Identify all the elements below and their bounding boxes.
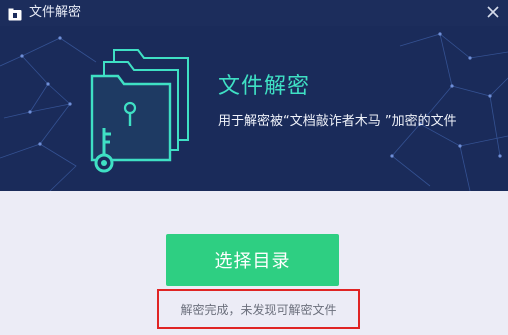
select-directory-button[interactable]: 选择目录 <box>166 234 339 286</box>
header-banner: 文件解密 用于解密被“文档敲诈者木马 ”加密的文件 <box>0 26 508 191</box>
banner-title: 文件解密 <box>218 74 311 99</box>
status-highlight-box: 解密完成，未发现可解密文件 <box>157 289 360 329</box>
title-bar[interactable]: 文件解密 <box>0 0 508 26</box>
network-decoration <box>0 32 508 191</box>
status-message: 解密完成，未发现可解密文件 <box>180 302 337 317</box>
decrypt-window: 文件解密 文件解密 用于解密被“文档敲诈者木马 ”加密的文件 选择目录 解密完成… <box>0 0 508 335</box>
folder-lock-icon <box>8 6 22 21</box>
banner-subtitle: 用于解密被“文档敲诈者木马 ”加密的文件 <box>218 114 457 129</box>
locked-folder-key-icon <box>90 49 189 173</box>
window-title: 文件解密 <box>29 5 82 20</box>
main-content: 选择目录 解密完成，未发现可解密文件 <box>0 191 508 335</box>
close-icon[interactable] <box>484 3 502 21</box>
